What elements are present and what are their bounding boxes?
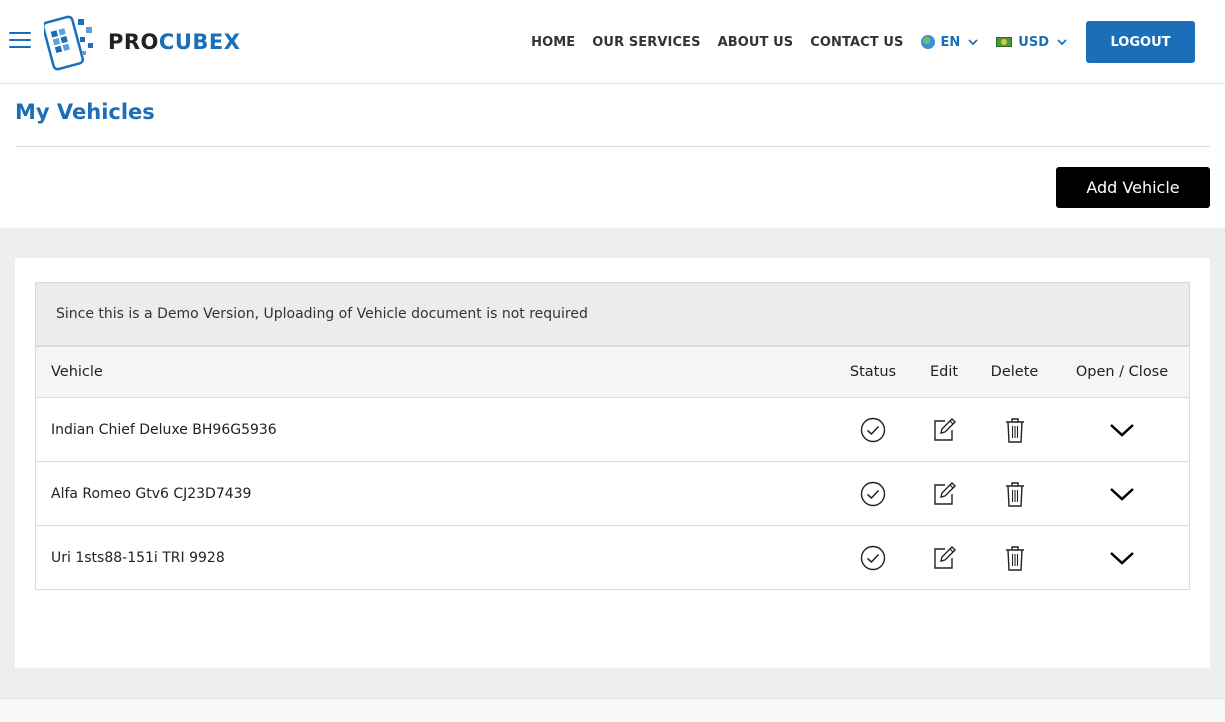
money-flag-icon bbox=[996, 37, 1013, 47]
brand-name-part2: CUBEX bbox=[158, 30, 241, 54]
language-dropdown[interactable]: EN bbox=[920, 34, 980, 50]
edit-icon[interactable] bbox=[929, 415, 959, 445]
main-nav: HOME OUR SERVICES ABOUT US CONTACT US EN… bbox=[514, 21, 1195, 63]
cube-logo-icon bbox=[44, 15, 93, 71]
add-vehicle-button[interactable]: Add Vehicle bbox=[1056, 167, 1210, 208]
chevron-down-icon[interactable] bbox=[1107, 415, 1137, 445]
nav-contact-us[interactable]: CONTACT US bbox=[810, 35, 903, 50]
vehicle-name: Uri 1sts88-151i TRI 9928 bbox=[51, 549, 225, 566]
check-circle-icon[interactable] bbox=[858, 543, 888, 573]
nav-home[interactable]: HOME bbox=[531, 35, 575, 50]
logout-button[interactable]: LOGOUT bbox=[1086, 21, 1195, 63]
column-header-vehicle: Vehicle bbox=[51, 364, 103, 380]
edit-icon[interactable] bbox=[929, 479, 959, 509]
vehicles-card: Since this is a Demo Version, Uploading … bbox=[15, 258, 1210, 668]
table-row: Indian Chief Deluxe BH96G5936 bbox=[36, 397, 1189, 461]
nav-about-us[interactable]: ABOUT US bbox=[718, 35, 794, 50]
nav-our-services[interactable]: OUR SERVICES bbox=[592, 35, 700, 50]
edit-icon[interactable] bbox=[929, 543, 959, 573]
menu-icon[interactable] bbox=[9, 32, 31, 50]
demo-notice: Since this is a Demo Version, Uploading … bbox=[35, 282, 1190, 346]
vehicle-name: Alfa Romeo Gtv6 CJ23D7439 bbox=[51, 485, 252, 502]
chevron-down-icon bbox=[1057, 39, 1067, 46]
vehicles-table: Vehicle Status Edit Delete Open / Close … bbox=[35, 346, 1190, 590]
trash-icon[interactable] bbox=[1000, 543, 1030, 573]
trash-icon[interactable] bbox=[1000, 479, 1030, 509]
check-circle-icon[interactable] bbox=[858, 415, 888, 445]
table-row: Alfa Romeo Gtv6 CJ23D7439 bbox=[36, 461, 1189, 525]
brand-name-part1: PRO bbox=[108, 30, 159, 54]
vehicle-name: Indian Chief Deluxe BH96G5936 bbox=[51, 421, 277, 438]
top-header: PROCUBEX HOME OUR SERVICES ABOUT US CONT… bbox=[0, 0, 1225, 84]
column-header-delete: Delete bbox=[990, 364, 1039, 380]
chevron-down-icon[interactable] bbox=[1107, 543, 1137, 573]
table-row: Uri 1sts88-151i TRI 9928 bbox=[36, 525, 1189, 589]
table-header-row: Vehicle Status Edit Delete Open / Close bbox=[36, 347, 1189, 397]
brand-name: PROCUBEX bbox=[108, 30, 240, 54]
column-header-open-close: Open / Close bbox=[1075, 364, 1169, 380]
page-title: My Vehicles bbox=[15, 100, 155, 124]
currency-value: USD bbox=[1018, 34, 1049, 50]
chevron-down-icon[interactable] bbox=[1107, 479, 1137, 509]
currency-dropdown[interactable]: USD bbox=[996, 35, 1068, 50]
brand-logo[interactable]: PROCUBEX bbox=[44, 13, 240, 71]
trash-icon[interactable] bbox=[1000, 415, 1030, 445]
language-value: EN bbox=[940, 34, 961, 50]
globe-flag-icon bbox=[920, 35, 935, 49]
chevron-down-icon bbox=[968, 39, 978, 46]
column-header-edit: Edit bbox=[929, 364, 959, 380]
title-divider bbox=[15, 146, 1210, 147]
column-header-status: Status bbox=[849, 364, 897, 380]
footer-strip bbox=[0, 698, 1225, 722]
check-circle-icon[interactable] bbox=[858, 479, 888, 509]
